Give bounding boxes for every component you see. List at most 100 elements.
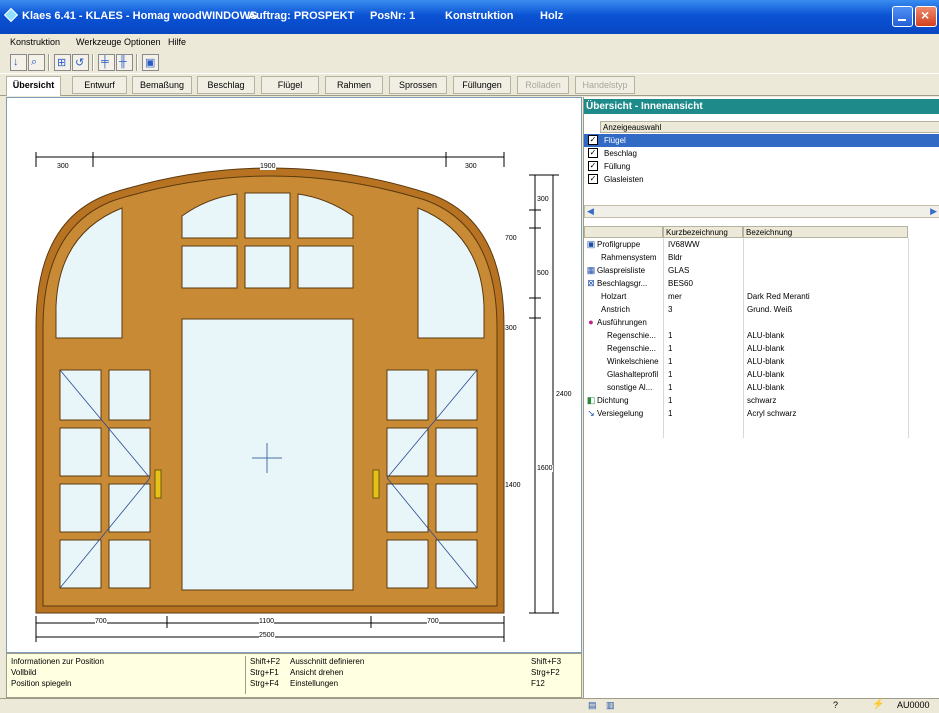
display-item-glasleisten[interactable]: ✓ Glasleisten bbox=[584, 173, 939, 186]
shortcut-key: Strg+F4 bbox=[250, 679, 279, 688]
toolbar-separator bbox=[136, 54, 138, 71]
grid-tool-button[interactable]: ⊞ bbox=[54, 54, 71, 71]
drawing-canvas[interactable]: 300 1900 300 300 700 500 300 1600 1400 2… bbox=[6, 97, 582, 653]
dim-right-5: 1600 bbox=[537, 465, 553, 472]
table-row[interactable]: Winkelschiene 1 ALU-blank bbox=[584, 355, 939, 368]
tab-handelstyp[interactable]: Handelstyp bbox=[575, 76, 635, 94]
tree-view-icon[interactable]: ▤ bbox=[588, 700, 597, 711]
menu-optionen[interactable]: Optionen bbox=[124, 37, 161, 47]
table-row[interactable]: ▦ Glaspreisliste GLAS bbox=[584, 264, 939, 277]
prop-col-short-header: Kurzbezeichnung bbox=[663, 226, 743, 238]
tab-bemassung[interactable]: Bemaßung bbox=[132, 76, 192, 94]
menu-werkzeuge[interactable]: Werkzeuge bbox=[76, 37, 121, 47]
dim-right-6: 1400 bbox=[505, 482, 521, 489]
checkbox-beschlag[interactable]: ✓ bbox=[588, 148, 598, 158]
display-item-fuellung[interactable]: ✓ Füllung bbox=[584, 160, 939, 173]
display-list-scrollbar[interactable]: ◀ ▶ bbox=[584, 205, 939, 218]
close-icon: × bbox=[921, 7, 930, 23]
sealant-icon: ↘ bbox=[587, 408, 595, 418]
tab-rolladen[interactable]: Rolladen bbox=[517, 76, 569, 94]
scroll-right-icon[interactable]: ▶ bbox=[930, 206, 937, 217]
rotate-tool-button[interactable]: ↺ bbox=[72, 54, 89, 71]
seal-icon: ◧ bbox=[586, 395, 596, 405]
settings-action[interactable]: Einstellungen bbox=[290, 679, 338, 688]
table-row[interactable]: ⊠ Beschlagsgr... BES60 bbox=[584, 277, 939, 290]
shortcut-key: F12 bbox=[531, 679, 545, 688]
table-row[interactable]: ◧ Dichtung 1 schwarz bbox=[584, 394, 939, 407]
info-divider bbox=[245, 656, 246, 694]
status-bar: ▤ ▥ ? ⚡ AU0000 bbox=[0, 698, 939, 713]
position-label: PosNr: 1 bbox=[370, 10, 416, 22]
info-tool-button[interactable]: ↓ bbox=[10, 54, 27, 71]
prop-col-name-header bbox=[584, 226, 663, 238]
zoom-tool-button[interactable]: ⌕ bbox=[28, 54, 45, 71]
title-bar: Klaes 6.41 - KLAES - Homag woodWINDOWS A… bbox=[0, 0, 939, 34]
mullion-icon: ╫ bbox=[119, 56, 127, 68]
table-row[interactable]: Regenschie... 1 ALU-blank bbox=[584, 342, 939, 355]
close-button[interactable]: × bbox=[915, 6, 937, 27]
right-handle[interactable] bbox=[372, 469, 380, 499]
menu-hilfe[interactable]: Hilfe bbox=[168, 37, 186, 47]
tab-entwurf[interactable]: Entwurf bbox=[72, 76, 127, 94]
scroll-left-icon[interactable]: ◀ bbox=[587, 206, 594, 217]
tab-fluegel[interactable]: Flügel bbox=[261, 76, 319, 94]
mode-label: Konstruktion bbox=[445, 10, 514, 22]
checkbox-fuellung[interactable]: ✓ bbox=[588, 161, 598, 171]
menu-konstruktion[interactable]: Konstruktion bbox=[10, 37, 60, 47]
table-row[interactable]: Regenschie... 1 ALU-blank bbox=[584, 329, 939, 342]
info-position[interactable]: Informationen zur Position bbox=[11, 657, 104, 666]
status-lightning-icon: ⚡ bbox=[872, 699, 885, 710]
menu-bar: Konstruktion Werkzeuge Optionen Hilfe bbox=[0, 34, 939, 51]
shortcut-key: Shift+F2 bbox=[250, 657, 281, 666]
properties-icon: ▣ bbox=[145, 57, 156, 69]
toolbar-separator bbox=[48, 54, 50, 71]
tab-sprossen[interactable]: Sprossen bbox=[389, 76, 447, 94]
frame-tool-button[interactable]: ╪ bbox=[98, 54, 115, 71]
dim-total-width: 2500 bbox=[259, 632, 275, 639]
table-row[interactable]: Holzart mer Dark Red Meranti bbox=[584, 290, 939, 303]
toolbar: ↓ ⌕ ⊞ ↺ ╪ ╫ ▣ bbox=[0, 51, 939, 74]
checkbox-fluegel[interactable]: ✓ bbox=[588, 135, 598, 145]
overview-panel: Übersicht - Innenansicht Anzeigeauswahl … bbox=[583, 97, 939, 698]
material-label: Holz bbox=[540, 10, 564, 22]
toolbar-separator bbox=[92, 54, 94, 71]
table-row[interactable]: sonstige Al... 1 ALU-blank bbox=[584, 381, 939, 394]
prop-col-desc-header: Bezeichnung bbox=[743, 226, 908, 238]
tab-rahmen[interactable]: Rahmen bbox=[325, 76, 383, 94]
shortcut-key: Strg+F2 bbox=[531, 668, 560, 677]
table-row[interactable]: ↘ Versiegelung 1 Acryl schwarz bbox=[584, 407, 939, 420]
table-row[interactable]: ▣ Profilgruppe IV68WW bbox=[584, 238, 939, 251]
tab-fuellungen[interactable]: Füllungen bbox=[453, 76, 511, 94]
fullscreen-action[interactable]: Vollbild bbox=[11, 668, 36, 677]
frame-icon: ╪ bbox=[101, 56, 109, 68]
rotate-view-action[interactable]: Ansicht drehen bbox=[290, 668, 343, 677]
display-item-beschlag[interactable]: ✓ Beschlag bbox=[584, 147, 939, 160]
palette-icon: ● bbox=[588, 317, 594, 327]
tab-beschlag[interactable]: Beschlag bbox=[197, 76, 255, 94]
help-icon[interactable]: ? bbox=[833, 700, 838, 710]
properties-tool-button[interactable]: ▣ bbox=[142, 54, 159, 71]
define-section-action[interactable]: Ausschnitt definieren bbox=[290, 657, 364, 666]
shortcut-key: Strg+F1 bbox=[250, 668, 279, 677]
mirror-position-action[interactable]: Position spiegeln bbox=[11, 679, 71, 688]
display-item-fluegel[interactable]: ✓ Flügel bbox=[584, 134, 939, 147]
table-row[interactable]: Anstrich 3 Grund. Weiß bbox=[584, 303, 939, 316]
left-handle[interactable] bbox=[154, 469, 162, 499]
minimize-button[interactable] bbox=[892, 6, 913, 27]
dim-bottom-center: 1100 bbox=[259, 618, 275, 625]
mullion-tool-button[interactable]: ╫ bbox=[116, 54, 133, 71]
tab-uebersicht[interactable]: Übersicht bbox=[6, 76, 61, 96]
dim-top-center: 1900 bbox=[260, 163, 276, 170]
table-row[interactable]: Glashalteprofil 1 ALU-blank bbox=[584, 368, 939, 381]
checkbox-glasleisten[interactable]: ✓ bbox=[588, 174, 598, 184]
dim-top-right: 300 bbox=[465, 163, 477, 170]
window-drawing[interactable] bbox=[7, 98, 581, 652]
display-selection-header: Anzeigeauswahl bbox=[600, 121, 939, 133]
table-row[interactable]: Rahmensystem Bldr bbox=[584, 251, 939, 264]
table-row[interactable]: ● Ausführungen bbox=[584, 316, 939, 329]
dim-right-1: 300 bbox=[537, 196, 549, 203]
grid-icon: ⊞ bbox=[57, 57, 67, 69]
dim-right-3: 500 bbox=[537, 270, 549, 277]
dim-top-left: 300 bbox=[57, 163, 69, 170]
list-view-icon[interactable]: ▥ bbox=[606, 700, 615, 711]
